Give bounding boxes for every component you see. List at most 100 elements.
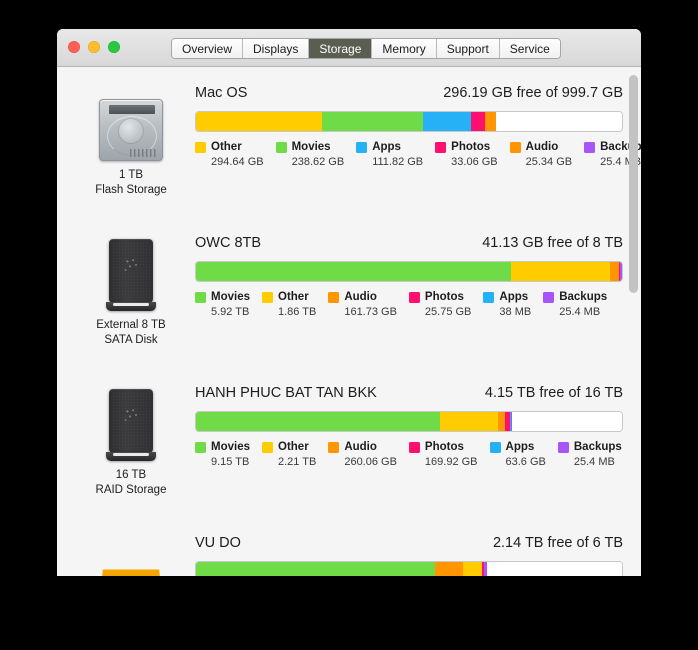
tab-overview[interactable]: Overview [172,39,244,58]
legend-item-photos: Photos 169.92 GB [408,441,490,468]
legend-label: Movies [211,291,250,303]
volume-free-space: 2.14 TB free of 6 TB [492,535,623,551]
legend-item-photos: Photos 33.06 GB [435,141,509,168]
legend-item-backups: Backups 25.4 MB [543,291,619,318]
legend-item-header: Backups [557,441,622,453]
legend-item-apps: Apps 63.6 GB [489,441,558,468]
legend-value: 2.21 TB [278,456,317,468]
legend-swatch-photos [408,441,420,453]
legend-label: Photos [424,441,464,453]
volume-details: Mac OS 296.19 GB free of 999.7 GB Other 294… [195,79,641,168]
legend-label: Backups [559,291,608,303]
legend-item-apps: Apps 38 MB [483,291,543,318]
legend-label: Audio [344,291,377,303]
legend-value: 25.4 MB [573,456,615,468]
capacity-segment-audio [484,112,496,131]
capacity-bar [195,111,623,132]
capacity-segment-audio [434,562,463,576]
volume-caption: 1 TB Flash Storage [95,168,167,198]
capacity-bar [195,561,623,576]
legend-label: Apps [505,441,535,453]
legend-swatch-movies [275,141,287,153]
legend-item-header: Movies [275,141,345,153]
legend-item-header: Apps [483,291,531,303]
legend-value: 238.62 GB [291,156,345,168]
orange-external-disk-icon [94,533,168,576]
legend-item-backups: Backups 25.4 MB [557,441,634,468]
legend-swatch-backups [584,141,596,153]
traffic-light-buttons [68,41,120,53]
legend-item-audio: Audio 161.73 GB [328,291,409,318]
scrollbar-thumb[interactable] [629,75,638,293]
capacity-segment-audio [610,262,619,281]
legend-item-header: Movies [195,291,250,303]
zoom-window-icon[interactable] [108,41,120,53]
capacity-legend: Other 294.64 GB Movies 238.62 GB Apps 111.82 … [195,141,641,168]
volume-header: VU DO 2.14 TB free of 6 TB [195,535,623,551]
capacity-segment-movies [196,562,435,576]
legend-item-header: Other [195,141,264,153]
legend-label: Other [278,291,309,303]
volume-name: Mac OS [195,85,248,101]
capacity-bar [195,411,623,432]
legend-item-movies: Movies 238.62 GB [275,141,357,168]
screenshot-root: Overview Displays Storage Memory Support Serv… [0,0,698,650]
tab-memory[interactable]: Memory [372,39,437,58]
legend-item-photos: Photos 25.75 GB [408,291,483,318]
legend-value: 294.64 GB [211,156,264,168]
legend-value: 25.75 GB [424,306,472,318]
legend-value: 33.06 GB [451,156,498,168]
legend-label: Backups [573,441,622,453]
window-titlebar: Overview Displays Storage Memory Support Serv… [57,29,641,67]
legend-swatch-apps [489,441,501,453]
volume-row[interactable]: 1 TB Flash Storage Mac OS 296.19 GB free of… [57,79,641,229]
volume-free-space: 41.13 GB free of 8 TB [482,235,623,251]
legend-swatch-apps [356,141,368,153]
legend-value: 25.34 GB [525,156,573,168]
tab-storage[interactable]: Storage [309,39,373,58]
capacity-segment-other [511,262,611,281]
volume-name: HANH PHUC BAT TAN BKK [195,385,377,401]
legend-item-header: Other [262,441,316,453]
legend-item-header: Audio [509,141,572,153]
tab-displays[interactable]: Displays [243,39,310,58]
volume-header: HANH PHUC BAT TAN BKK 4.15 TB free of 16 … [195,385,623,401]
legend-item-header: Apps [356,141,423,153]
legend-swatch-photos [408,291,420,303]
volume-row[interactable]: External 8 TB SATA Disk OWC 8TB 41.13 GB fr… [57,229,641,379]
legend-item-apps: Apps 111.82 GB [356,141,435,168]
volumes-list: 1 TB Flash Storage Mac OS 296.19 GB free of… [57,67,641,576]
vertical-scrollbar[interactable] [629,71,638,572]
volume-row[interactable]: VU DO 2.14 TB free of 6 TB [57,529,641,576]
volume-details: VU DO 2.14 TB free of 6 TB [195,529,623,576]
capacity-segment-free [495,112,622,131]
legend-label: Photos [451,141,491,153]
volume-caption: 16 TB RAID Storage [96,468,167,498]
legend-item-header: Apps [489,441,546,453]
volume-row[interactable]: 16 TB RAID Storage HANH PHUC BAT TAN BKK 4.… [57,379,641,529]
legend-label: Photos [424,291,464,303]
legend-item-other: Other 294.64 GB [195,141,276,168]
tab-service[interactable]: Service [499,39,560,58]
about-this-mac-window: Overview Displays Storage Memory Support Serv… [57,29,641,576]
volume-name: VU DO [195,535,241,551]
close-window-icon[interactable] [68,41,80,53]
legend-item-audio: Audio 25.34 GB [509,141,584,168]
legend-item-movies: Movies 5.92 TB [195,291,262,318]
volume-header: OWC 8TB 41.13 GB free of 8 TB [195,235,623,251]
capacity-segment-movies [196,262,512,281]
legend-label: Audio [525,141,559,153]
tab-support[interactable]: Support [436,39,500,58]
volume-caption-line1: 1 TB [118,169,144,181]
legend-label: Movies [211,441,250,453]
volume-caption-line2: Flash Storage [95,184,167,196]
internal-hard-disk-icon [94,83,168,161]
legend-value: 161.73 GB [344,306,397,318]
legend-item-other: Other 2.21 TB [262,441,328,468]
capacity-segment-movies [321,112,424,131]
storage-content-area: 1 TB Flash Storage Mac OS 296.19 GB free of… [57,67,641,576]
minimize-window-icon[interactable] [88,41,100,53]
tab-bar: Overview Displays Storage Memory Support Serv… [171,38,561,59]
capacity-segment-apps [423,112,471,131]
legend-swatch-audio [328,291,340,303]
